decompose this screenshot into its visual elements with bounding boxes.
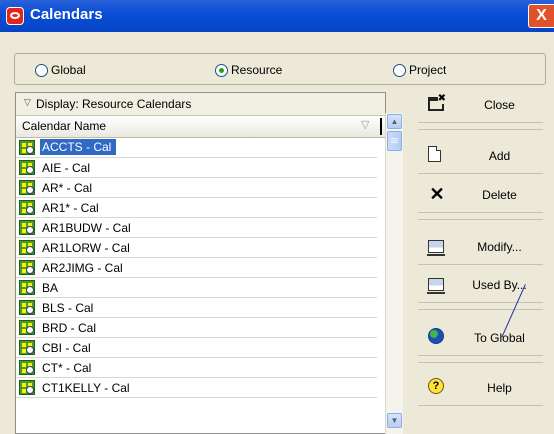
resource-calendar-icon <box>19 200 35 215</box>
radio-resource-circle[interactable] <box>215 63 228 77</box>
oracle-app-icon <box>6 7 24 25</box>
add-button[interactable]: Add <box>418 138 543 174</box>
radio-global[interactable]: Global <box>35 62 86 78</box>
resource-calendar-icon <box>19 320 35 335</box>
window-title: Calendars <box>30 6 103 23</box>
radio-global-circle[interactable] <box>35 63 48 77</box>
radio-resource[interactable]: Resource <box>215 62 282 78</box>
radio-project-label: Project <box>409 63 447 77</box>
display-filter-bar[interactable]: ▽ Display: Resource Calendars <box>16 93 385 116</box>
calendar-name: AR2JIMG - Cal <box>42 261 123 275</box>
close-button[interactable]: Close <box>418 87 543 123</box>
scope-radio-group: Global Resource Project <box>14 53 546 85</box>
column-header[interactable]: Calendar Name ▽ <box>16 116 385 138</box>
vertical-scrollbar[interactable]: ▲ ▼ <box>385 113 403 434</box>
modify-window-icon <box>427 240 445 256</box>
calendar-name: AR* - Cal <box>42 181 93 195</box>
calendar-name: CBI - Cal <box>42 341 91 355</box>
help-button-label: Help <box>487 381 512 395</box>
new-document-icon <box>428 146 441 162</box>
calendar-list-row[interactable]: AR1BUDW - Cal <box>16 218 377 238</box>
resource-calendar-icon <box>19 260 35 275</box>
calendar-list-row[interactable]: AR2JIMG - Cal <box>16 258 377 278</box>
button-separator <box>418 123 543 130</box>
calendar-name: AIE - Cal <box>42 161 91 175</box>
resource-calendar-icon <box>19 240 35 255</box>
close-window-icon <box>428 93 446 111</box>
used-by-window-icon <box>427 278 445 294</box>
resource-calendar-icon <box>19 380 35 395</box>
modify-button[interactable]: Modify... <box>418 229 543 265</box>
calendar-list-row[interactable]: CT1KELLY - Cal <box>16 378 377 398</box>
button-separator <box>418 356 543 363</box>
delete-button-label: Delete <box>482 188 517 202</box>
help-question-icon: ? <box>428 378 444 394</box>
calendar-list-row[interactable]: BRD - Cal <box>16 318 377 338</box>
window-close-button[interactable]: X <box>528 4 554 28</box>
radio-resource-label: Resource <box>231 63 283 77</box>
help-button[interactable]: ? Help <box>418 370 543 406</box>
column-header-calendar-name[interactable]: Calendar Name <box>22 119 106 133</box>
calendar-list-row[interactable]: BA <box>16 278 377 298</box>
calendar-list-row[interactable]: AR* - Cal <box>16 178 377 198</box>
radio-project[interactable]: Project <box>393 62 446 78</box>
column-divider[interactable] <box>380 118 382 135</box>
add-button-label: Add <box>488 149 511 163</box>
resource-calendar-icon <box>19 300 35 315</box>
calendar-name: BRD - Cal <box>42 321 97 335</box>
globe-icon <box>428 328 444 344</box>
resource-calendar-icon <box>19 360 35 375</box>
scroll-down-button[interactable]: ▼ <box>387 413 402 428</box>
calendar-name: AR1* - Cal <box>42 201 99 215</box>
close-button-label: Close <box>484 98 515 112</box>
calendar-list-row[interactable]: CT* - Cal <box>16 358 377 378</box>
used-by-button-label: Used By... <box>472 278 527 292</box>
scroll-thumb[interactable] <box>387 131 402 151</box>
calendar-list-row[interactable]: ACCTS - Cal <box>16 138 377 158</box>
to-global-button[interactable]: To Global <box>418 320 543 356</box>
calendar-name: CT* - Cal <box>42 361 92 375</box>
calendar-list-row[interactable]: AIE - Cal <box>16 158 377 178</box>
sort-indicator-icon[interactable]: ▽ <box>361 118 369 131</box>
calendar-list-row[interactable]: BLS - Cal <box>16 298 377 318</box>
delete-x-icon: ✕ <box>429 184 445 204</box>
radio-project-circle[interactable] <box>393 63 406 77</box>
calendar-name: BLS - Cal <box>42 301 94 315</box>
calendar-name: AR1BUDW - Cal <box>42 221 131 235</box>
chevron-down-icon[interactable]: ▽ <box>24 97 31 108</box>
title-bar: Calendars X <box>0 0 554 32</box>
calendar-list-row[interactable]: CBI - Cal <box>16 338 377 358</box>
resource-calendar-icon <box>19 140 35 155</box>
resource-calendar-icon <box>19 280 35 295</box>
calendar-list-panel: ▽ Display: Resource Calendars Calendar N… <box>15 92 386 434</box>
button-separator <box>418 213 543 220</box>
resource-calendar-icon <box>19 180 35 195</box>
radio-global-label: Global <box>51 63 86 77</box>
modify-button-label: Modify... <box>477 240 522 254</box>
calendar-name: BA <box>42 281 59 295</box>
scroll-up-button[interactable]: ▲ <box>387 114 402 129</box>
delete-button[interactable]: ✕ Delete <box>418 177 543 213</box>
to-global-button-label: To Global <box>474 331 525 345</box>
resource-calendar-icon <box>19 160 35 175</box>
resource-calendar-icon <box>19 220 35 235</box>
calendar-list-row[interactable]: AR1* - Cal <box>16 198 377 218</box>
resource-calendar-icon <box>19 340 35 355</box>
calendar-name: AR1LORW - Cal <box>42 241 130 255</box>
button-separator <box>418 303 543 310</box>
display-filter-label[interactable]: Display: Resource Calendars <box>36 97 191 111</box>
calendar-name: CT1KELLY - Cal <box>42 381 130 395</box>
calendar-list-row[interactable]: AR1LORW - Cal <box>16 238 377 258</box>
calendar-name: ACCTS - Cal <box>38 138 118 156</box>
